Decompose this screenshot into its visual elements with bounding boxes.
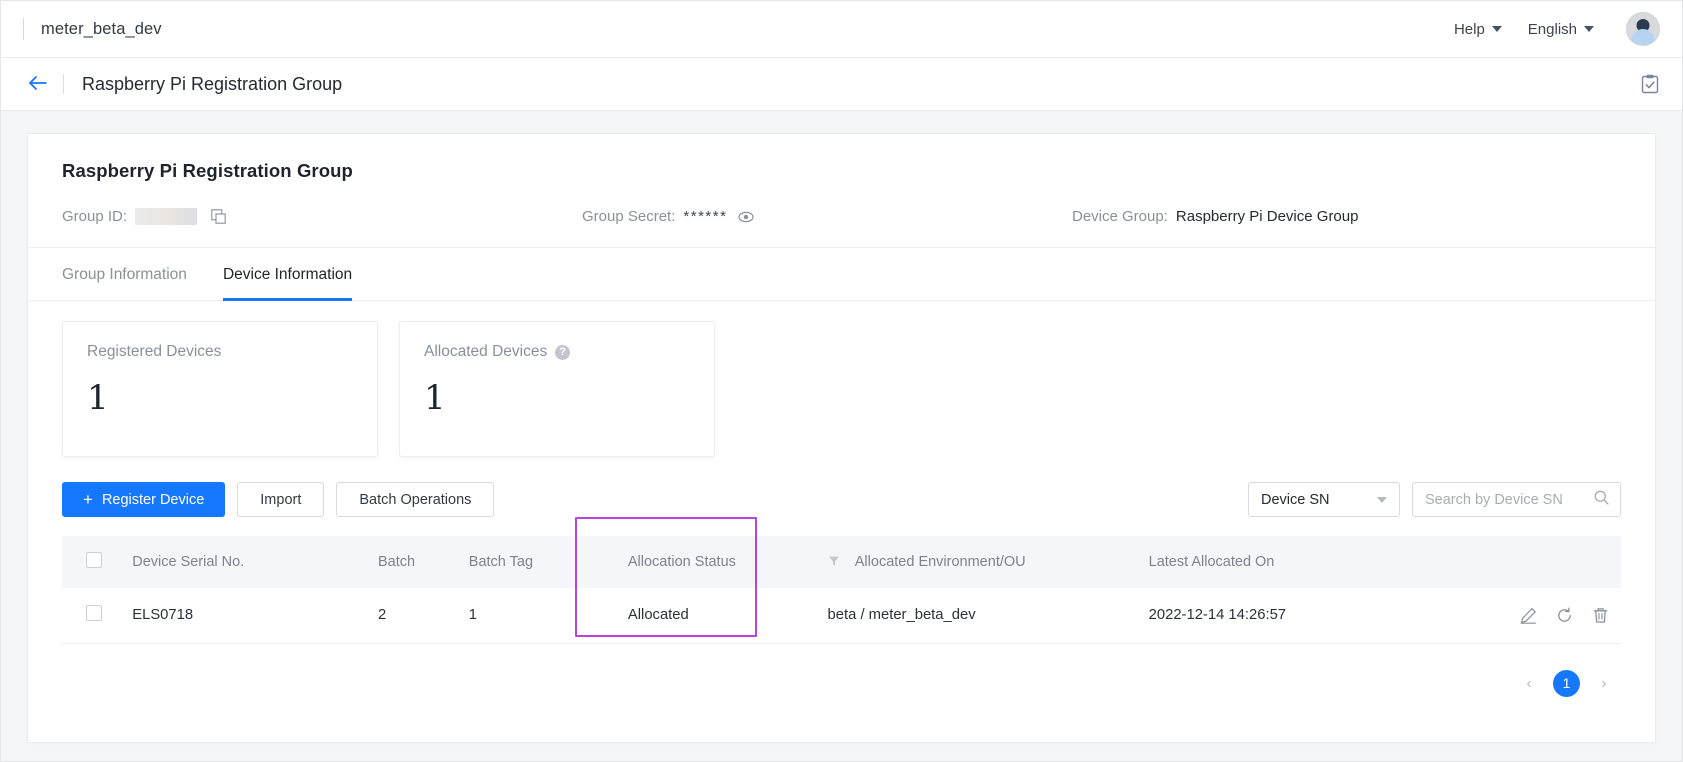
stat-value: 1 bbox=[424, 378, 446, 418]
pagination-prev-button[interactable]: ‹ bbox=[1518, 672, 1540, 694]
pagination: ‹ 1 › bbox=[28, 644, 1655, 697]
device-table-wrap: Device Serial No. Batch Batch Tag Alloca… bbox=[28, 517, 1655, 644]
help-menu[interactable]: Help bbox=[1454, 21, 1502, 38]
search-input[interactable] bbox=[1425, 491, 1585, 508]
stat-label: Allocated Devices ? bbox=[424, 343, 690, 361]
group-secret-field: Group Secret : ****** bbox=[582, 208, 1072, 225]
app-root: meter_beta_dev Help English Raspberry Pi… bbox=[0, 0, 1683, 762]
column-header-batch-tag: Batch Tag bbox=[468, 554, 534, 570]
column-header-device-serial-no: Device Serial No. bbox=[132, 554, 245, 570]
group-secret-colon: : bbox=[671, 208, 676, 225]
column-header-actions bbox=[1455, 536, 1621, 588]
sub-header: Raspberry Pi Registration Group bbox=[1, 58, 1682, 111]
tab-device-information[interactable]: Device Information bbox=[222, 248, 353, 301]
group-header: Raspberry Pi Registration Group Group ID… bbox=[28, 134, 1655, 248]
group-id-field: Group ID : bbox=[62, 208, 582, 225]
stat-label-text: Allocated Devices bbox=[424, 343, 548, 360]
table-row[interactable]: ELS0718 2 1 Allocated beta / meter_beta_… bbox=[62, 588, 1621, 643]
help-menu-label: Help bbox=[1453, 20, 1485, 38]
pagination-page-1[interactable]: 1 bbox=[1553, 669, 1580, 697]
row-select-cell bbox=[62, 588, 126, 643]
tenant-divider bbox=[23, 18, 24, 40]
top-bar-right: Help English bbox=[1454, 12, 1660, 46]
table-head: Device Serial No. Batch Batch Tag Alloca… bbox=[62, 536, 1621, 588]
back-arrow-icon[interactable] bbox=[27, 74, 49, 95]
column-header-batch: Batch bbox=[378, 554, 416, 570]
plus-icon: + bbox=[83, 490, 93, 509]
stat-card-registered-devices: Registered Devices 1 bbox=[62, 321, 378, 457]
stat-card-allocated-devices: Allocated Devices ? 1 bbox=[399, 321, 715, 457]
column-header-latest-allocated-on: Latest Allocated On bbox=[1148, 554, 1275, 570]
device-group-colon: : bbox=[1163, 208, 1168, 225]
group-id-value-redacted bbox=[135, 208, 198, 225]
group-id-colon: : bbox=[122, 208, 128, 225]
device-group-value: Raspberry Pi Device Group bbox=[1175, 208, 1359, 225]
search-field-select[interactable]: Device SN bbox=[1248, 482, 1400, 517]
group-secret-value: ****** bbox=[683, 208, 728, 225]
stat-label-text: Registered Devices bbox=[87, 343, 222, 360]
eye-icon[interactable] bbox=[738, 209, 755, 225]
avatar[interactable] bbox=[1626, 12, 1660, 46]
language-menu-label: English bbox=[1527, 20, 1577, 38]
select-all-checkbox[interactable] bbox=[86, 552, 102, 568]
cell-latest-allocated-on: 2022-12-14 14:26:57 bbox=[1148, 607, 1287, 624]
clipboard-check-icon[interactable] bbox=[1640, 74, 1660, 95]
search-box[interactable] bbox=[1412, 482, 1621, 517]
row-actions bbox=[1461, 607, 1615, 624]
column-header-allocation-status: Allocation Status bbox=[627, 554, 736, 570]
table-toolbar: + Register Device Import Batch Operation… bbox=[28, 457, 1655, 517]
edit-icon[interactable] bbox=[1520, 607, 1537, 624]
table-body: ELS0718 2 1 Allocated beta / meter_beta_… bbox=[62, 588, 1621, 643]
import-button[interactable]: Import bbox=[237, 482, 325, 517]
tab-group-information[interactable]: Group Information bbox=[62, 248, 187, 301]
chevron-down-icon bbox=[1491, 26, 1502, 32]
tab-bar: Group Information Device Information bbox=[28, 248, 1655, 301]
register-device-button[interactable]: + Register Device bbox=[62, 482, 226, 517]
top-bar-left: meter_beta_dev bbox=[1, 18, 1454, 40]
tenant-name: meter_beta_dev bbox=[41, 19, 162, 38]
search-icon[interactable] bbox=[1594, 490, 1609, 510]
batch-operations-button[interactable]: Batch Operations bbox=[336, 482, 495, 517]
cell-batch: 2 bbox=[378, 607, 387, 624]
cell-allocation-status: Allocated bbox=[627, 607, 689, 624]
question-mark-icon[interactable]: ? bbox=[555, 344, 571, 360]
device-group-field: Device Group : Raspberry Pi Device Group bbox=[1072, 208, 1358, 225]
register-device-label: Register Device bbox=[101, 491, 205, 508]
refresh-icon[interactable] bbox=[1556, 607, 1573, 624]
cell-batch-tag: 1 bbox=[468, 607, 478, 624]
cell-allocated-environment-ou: beta / meter_beta_dev bbox=[827, 607, 976, 624]
delete-icon[interactable] bbox=[1592, 607, 1609, 624]
top-bar: meter_beta_dev Help English bbox=[1, 1, 1682, 58]
chevron-down-icon bbox=[1584, 26, 1594, 32]
device-table: Device Serial No. Batch Batch Tag Alloca… bbox=[62, 536, 1621, 644]
cell-actions bbox=[1455, 588, 1621, 643]
group-id-label: Group ID bbox=[62, 208, 123, 225]
pagination-next-button[interactable]: › bbox=[1593, 672, 1615, 694]
column-header-allocated-environment-ou: Allocated Environment/OU bbox=[822, 536, 1143, 588]
copy-icon[interactable] bbox=[211, 209, 226, 224]
group-meta-row: Group ID : Group Secret : ****** Device … bbox=[62, 208, 1621, 225]
stat-label: Registered Devices bbox=[87, 343, 353, 361]
page-title: Raspberry Pi Registration Group bbox=[82, 73, 343, 94]
group-secret-label: Group Secret bbox=[582, 208, 672, 225]
column-header-allocated-environment-ou-label: Allocated Environment/OU bbox=[854, 554, 1026, 570]
row-checkbox[interactable] bbox=[86, 605, 102, 622]
stat-value: 1 bbox=[87, 378, 109, 418]
cell-device-serial-no: ELS0718 bbox=[132, 607, 194, 624]
language-menu[interactable]: English bbox=[1528, 21, 1594, 38]
sub-header-divider bbox=[63, 74, 64, 94]
filter-icon[interactable] bbox=[828, 555, 840, 567]
stat-cards: Registered Devices 1 Allocated Devices ?… bbox=[28, 301, 1655, 457]
main-panel: Raspberry Pi Registration Group Group ID… bbox=[27, 133, 1656, 743]
select-all-header bbox=[62, 536, 126, 588]
search-field-select-value: Device SN bbox=[1261, 491, 1330, 508]
avatar-body bbox=[1631, 29, 1655, 45]
group-title: Raspberry Pi Registration Group bbox=[62, 160, 353, 181]
chevron-down-icon bbox=[1377, 496, 1387, 503]
table-header-row: Device Serial No. Batch Batch Tag Alloca… bbox=[62, 536, 1621, 588]
device-group-label: Device Group bbox=[1072, 208, 1164, 225]
